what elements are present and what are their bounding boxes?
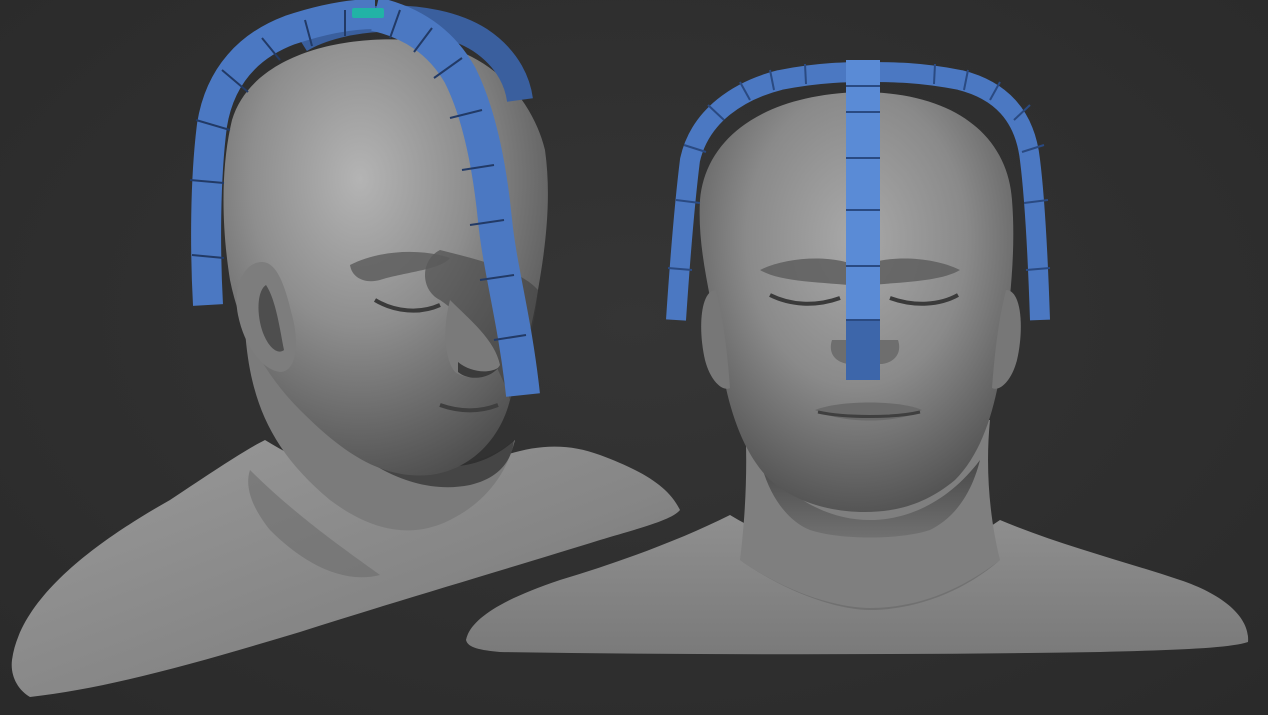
- guide-strip-vertical-shadow: [846, 320, 880, 380]
- bust-front-view[interactable]: [466, 60, 1249, 655]
- viewport-canvas[interactable]: [0, 0, 1268, 715]
- selected-segment-highlight[interactable]: [352, 8, 384, 18]
- 3d-viewport[interactable]: [0, 0, 1268, 715]
